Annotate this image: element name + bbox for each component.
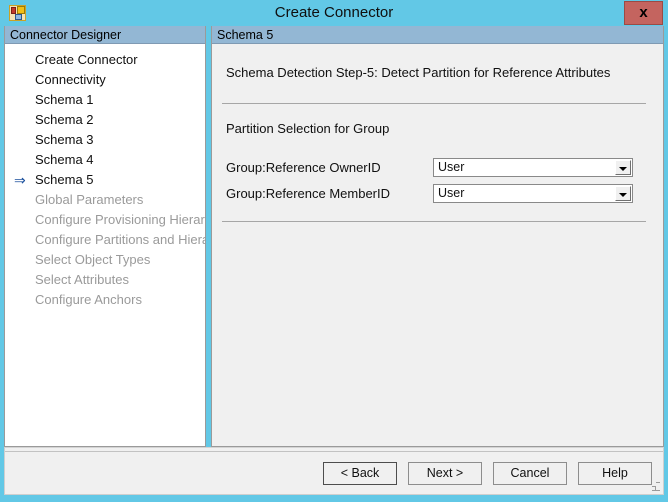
cancel-button[interactable]: Cancel (493, 462, 567, 485)
sidebar-item-label: Select Object Types (35, 252, 151, 267)
sidebar-item-label: Schema 5 (35, 172, 94, 187)
sidebar-item-label: Configure Anchors (35, 292, 142, 307)
chevron-down-icon[interactable] (615, 160, 631, 175)
sidebar-header: Connector Designer (5, 26, 205, 44)
sidebar-item-configure-anchors: Configure Anchors (5, 290, 205, 310)
create-connector-window: Create Connector x Connector Designer Cr… (0, 0, 668, 502)
owner-id-partition-select[interactable]: User (433, 158, 633, 177)
sidebar-item-select-object-types: Select Object Types (5, 250, 205, 270)
sidebar-item-schema-4[interactable]: Schema 4 (5, 150, 205, 170)
help-button[interactable]: Help (578, 462, 652, 485)
sidebar-item-label: Create Connector (35, 52, 138, 67)
sidebar-item-label: Connectivity (35, 72, 106, 87)
sidebar-item-label: Select Attributes (35, 272, 129, 287)
connector-designer-sidebar: Connector Designer Create Connector Conne… (4, 26, 206, 447)
title-bar: Create Connector x (0, 0, 668, 26)
back-button[interactable]: < Back (323, 462, 397, 485)
sidebar-item-connectivity[interactable]: Connectivity (5, 70, 205, 90)
sidebar-item-schema-1[interactable]: Schema 1 (5, 90, 205, 110)
dialog-footer: < Back Next > Cancel Help (4, 447, 664, 495)
sidebar-item-list: Create Connector Connectivity Schema 1 Sche… (5, 45, 205, 446)
sidebar-item-configure-partitions-and-hierarchies: Configure Partitions and Hierarchies (5, 230, 205, 250)
field-label: Group:Reference OwnerID (226, 160, 381, 175)
sidebar-item-label: Configure Partitions and Hierarchies (35, 232, 205, 247)
owner-id-partition-value: User (438, 160, 465, 174)
sidebar-item-label: Schema 1 (35, 92, 94, 107)
partition-selection-label: Partition Selection for Group (226, 121, 390, 136)
sidebar-item-schema-3[interactable]: Schema 3 (5, 130, 205, 150)
content-body: Schema Detection Step-5: Detect Partitio… (212, 45, 663, 446)
divider-bottom (222, 221, 646, 222)
member-id-partition-value: User (438, 186, 465, 200)
sidebar-item-configure-provisioning-hierarchy: Configure Provisioning Hierarchy (5, 210, 205, 230)
sidebar-item-global-parameters: Global Parameters (5, 190, 205, 210)
sidebar-item-label: Global Parameters (35, 192, 144, 207)
divider-top (222, 103, 646, 104)
sidebar-item-schema-2[interactable]: Schema 2 (5, 110, 205, 130)
sidebar-item-label: Configure Provisioning Hierarchy (35, 212, 205, 227)
window-title: Create Connector (274, 4, 394, 21)
sidebar-item-create-connector[interactable]: Create Connector (5, 50, 205, 70)
current-step-arrow-icon: ⇒ (14, 172, 26, 188)
resize-grip-icon[interactable] (647, 479, 660, 492)
sidebar-item-label: Schema 4 (35, 152, 94, 167)
sidebar-item-label: Schema 2 (35, 112, 94, 127)
sidebar-item-select-attributes: Select Attributes (5, 270, 205, 290)
sidebar-item-label: Schema 3 (35, 132, 94, 147)
content-header: Schema 5 (212, 26, 663, 44)
schema-content-pane: Schema 5 Schema Detection Step-5: Detect… (211, 26, 664, 447)
close-icon[interactable]: x (624, 1, 663, 25)
chevron-down-icon[interactable] (615, 186, 631, 201)
sidebar-item-schema-5[interactable]: ⇒ Schema 5 (5, 170, 205, 190)
member-id-partition-select[interactable]: User (433, 184, 633, 203)
page-title: Schema Detection Step-5: Detect Partitio… (226, 65, 611, 80)
next-button[interactable]: Next > (408, 462, 482, 485)
field-label: Group:Reference MemberID (226, 186, 391, 201)
footer-divider (5, 451, 663, 452)
